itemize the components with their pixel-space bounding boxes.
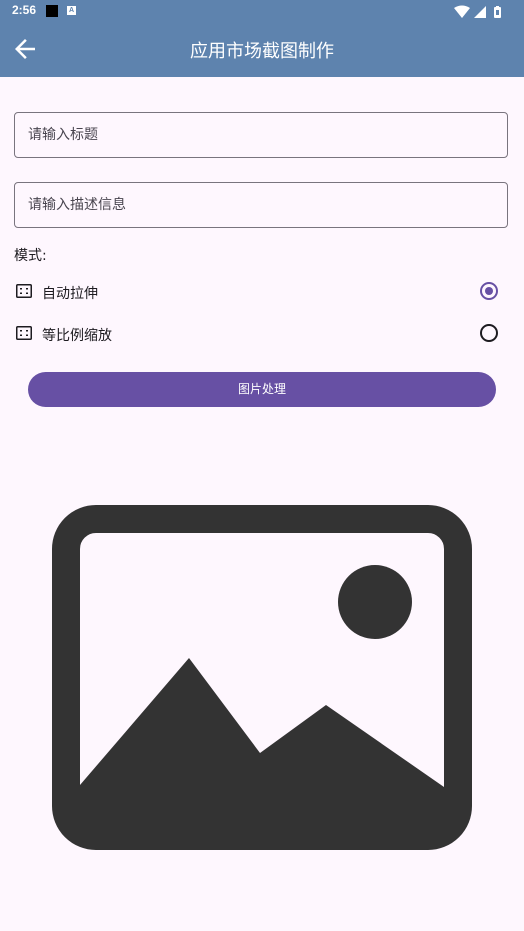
mode-option-proportional[interactable]: 等比例缩放 xyxy=(14,318,510,350)
notification-square-icon xyxy=(46,5,58,17)
battery-icon xyxy=(494,6,501,18)
signal-icon xyxy=(474,6,486,18)
wifi-icon xyxy=(454,5,470,18)
app-bar: 应用市场截图制作 xyxy=(0,22,524,77)
a-icon: A xyxy=(67,6,76,15)
image-placeholder-icon xyxy=(52,505,472,850)
option-label: 自动拉伸 xyxy=(42,286,98,302)
aspect-ratio-icon xyxy=(16,284,32,298)
process-image-button[interactable]: 图片处理 xyxy=(28,372,496,407)
status-bar: 2:56 A xyxy=(0,0,524,22)
title-input[interactable] xyxy=(15,113,507,157)
aspect-ratio-icon xyxy=(16,326,32,340)
option-label: 等比例缩放 xyxy=(42,328,112,344)
status-icons xyxy=(454,4,514,23)
status-time: 2:56 xyxy=(12,3,37,17)
radio-proportional[interactable] xyxy=(480,324,498,342)
radio-stretch[interactable] xyxy=(480,282,498,300)
description-field xyxy=(14,182,508,228)
description-input[interactable] xyxy=(15,183,507,227)
mode-option-stretch[interactable]: 自动拉伸 xyxy=(14,276,510,308)
title-field xyxy=(14,112,508,158)
page-title: 应用市场截图制作 xyxy=(190,41,334,62)
mode-label: 模式: xyxy=(14,248,47,264)
